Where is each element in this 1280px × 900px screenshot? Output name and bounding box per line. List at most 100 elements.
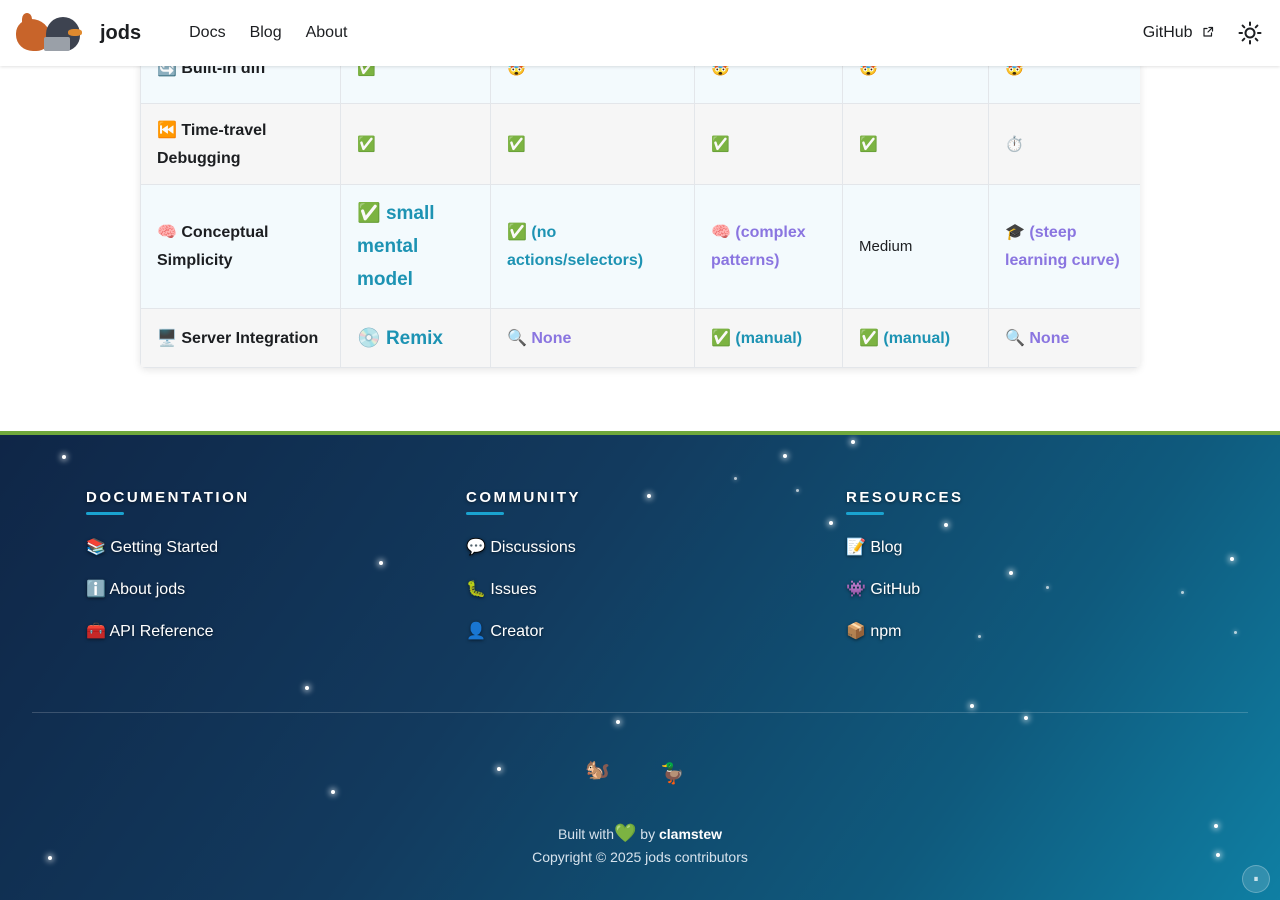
built-with-line: Built with💚 by clamstew [557, 823, 723, 844]
nav-link-blog[interactable]: Blog [250, 24, 282, 42]
table-cell: ✅ [490, 103, 695, 185]
table-row: ⏮️ Time-travel Debugging ✅ ✅ ✅ ✅ ⏱️ [140, 103, 1140, 185]
footer-link-blog[interactable]: 📝 Blog [846, 537, 964, 557]
cell-text: (no actions/selectors) [507, 224, 644, 269]
feature-cell: 🖥️ Server Integration [140, 308, 341, 368]
person-icon: 👤 [466, 621, 486, 640]
squirrel-icon: 🐿️ [585, 757, 610, 781]
sun-icon [1238, 21, 1262, 45]
footer-link-about-jods[interactable]: ℹ️ About jods [86, 579, 250, 599]
star [305, 686, 309, 690]
star [379, 561, 383, 565]
star [734, 477, 737, 480]
external-link-icon [1203, 26, 1214, 37]
star [331, 790, 335, 794]
title-underline [846, 512, 884, 515]
cell-icon: ✅ [859, 327, 879, 347]
memo-icon: 📝 [846, 537, 866, 556]
table-row: 🧠 Conceptual Simplicity ✅ small mental mo… [140, 184, 1140, 309]
nav-right: GitHub [1131, 19, 1264, 47]
nav-link-about[interactable]: About [306, 24, 348, 42]
star [497, 767, 501, 771]
cell-text: (manual) [735, 329, 803, 347]
github-link[interactable]: GitHub [1143, 24, 1214, 42]
comparison-table: 🔄 Built-in diff ✅ 🤯 🤯 🤯 🤯 ⏮️ Time-travel Debug… [140, 32, 1140, 368]
star [1046, 586, 1049, 589]
table-cell: ⏱️ [988, 103, 1140, 185]
footer-divider [32, 712, 1248, 713]
table-cell: ✅ [340, 103, 491, 185]
footer-link-api-reference[interactable]: 🧰 API Reference [86, 621, 250, 641]
footer-column-title: COMMUNITY [466, 489, 581, 506]
cell-text: Remix [385, 327, 443, 349]
table-row: 🖥️ Server Integration 💿 Remix 🔍 None ✅ (man… [140, 308, 1140, 368]
star [978, 635, 981, 638]
comparison-table-body: 🔄 Built-in diff ✅ 🤯 🤯 🤯 🤯 ⏮️ Time-travel Debug… [140, 32, 1140, 368]
star [970, 704, 974, 708]
table-cell: 🔍 None [490, 308, 695, 368]
star [1181, 591, 1184, 594]
table-cell: 🧠 (complex patterns) [694, 184, 843, 309]
star [616, 720, 620, 724]
cell-text: None [1029, 329, 1070, 347]
toolbox-icon: 🧰 [86, 621, 106, 640]
footer-link-github[interactable]: 👾 GitHub [846, 579, 964, 599]
cell-icon: 🔍 [507, 327, 527, 347]
cell-icon: 💿 [357, 326, 381, 349]
title-underline [466, 512, 504, 515]
table-cell: ✅ (no actions/selectors) [490, 184, 695, 309]
cell-icon: ✅ [357, 202, 381, 224]
footer-column-title: DOCUMENTATION [86, 489, 250, 506]
theme-toggle-button[interactable] [1236, 19, 1264, 47]
star [1009, 571, 1013, 575]
table-cell: Medium [842, 184, 989, 309]
feature-cell: 🧠 Conceptual Simplicity [140, 184, 341, 309]
cell-text: Medium [859, 237, 913, 255]
table-cell: ✅ (manual) [694, 308, 843, 368]
star [1234, 631, 1237, 634]
table-cell: ✅ [694, 103, 843, 185]
pause-animation-button[interactable]: ⏸ [1242, 865, 1270, 893]
star [647, 494, 651, 498]
cell-text: (manual) [883, 329, 951, 347]
footer-link-creator[interactable]: 👤 Creator [466, 621, 581, 641]
duck-icon: 🦆 [660, 761, 685, 785]
cell-icon: 🎓 [1005, 222, 1025, 241]
bug-icon: 🐛 [466, 579, 486, 598]
feature-icon: 🖥️ [157, 327, 177, 347]
feature-cell: ⏮️ Time-travel Debugging [140, 103, 341, 185]
copyright: Copyright © 2025 jods contributors [532, 849, 748, 865]
table-cell: ✅ (manual) [842, 308, 989, 368]
feature-label: Server Integration [181, 329, 319, 347]
cell-icon: ✅ [711, 134, 730, 153]
cell-icon: ✅ [507, 134, 526, 153]
cell-icon: ⏱️ [1005, 134, 1024, 153]
footer-link-npm[interactable]: 📦 npm [846, 621, 964, 641]
brand-link[interactable]: jods [16, 13, 141, 53]
footer-link-getting-started[interactable]: 📚 Getting Started [86, 537, 250, 557]
speech-bubble-icon: 💬 [466, 537, 486, 556]
cell-icon: ✅ [859, 134, 878, 153]
table-cell: 🎓 (steep learning curve) [988, 184, 1140, 309]
table-cell: 🔍 None [988, 308, 1140, 368]
table-cell: 💿 Remix [340, 308, 491, 368]
star [62, 455, 66, 459]
space-invader-icon: 👾 [846, 579, 866, 598]
star [783, 454, 787, 458]
footer-column-documentation: DOCUMENTATION 📚 Getting Started ℹ️ About… [86, 489, 250, 641]
pause-icon: ⏸ [1253, 873, 1259, 885]
table-cell: ✅ [842, 103, 989, 185]
github-label: GitHub [1142, 24, 1193, 41]
feature-icon: ⏮️ [157, 119, 177, 139]
nav-link-docs[interactable]: Docs [189, 24, 225, 42]
star [829, 521, 833, 525]
footer-link-discussions[interactable]: 💬 Discussions [466, 537, 581, 557]
footer-link-issues[interactable]: 🐛 Issues [466, 579, 581, 599]
books-icon: 📚 [86, 537, 106, 556]
author-link[interactable]: clamstew [659, 826, 722, 842]
feature-icon: 🧠 [157, 222, 177, 241]
title-underline [86, 512, 124, 515]
star [1230, 557, 1234, 561]
navbar: jods Docs Blog About GitHub [0, 0, 1280, 66]
footer-column-resources: RESOURCES 📝 Blog 👾 GitHub 📦 npm [846, 489, 964, 641]
